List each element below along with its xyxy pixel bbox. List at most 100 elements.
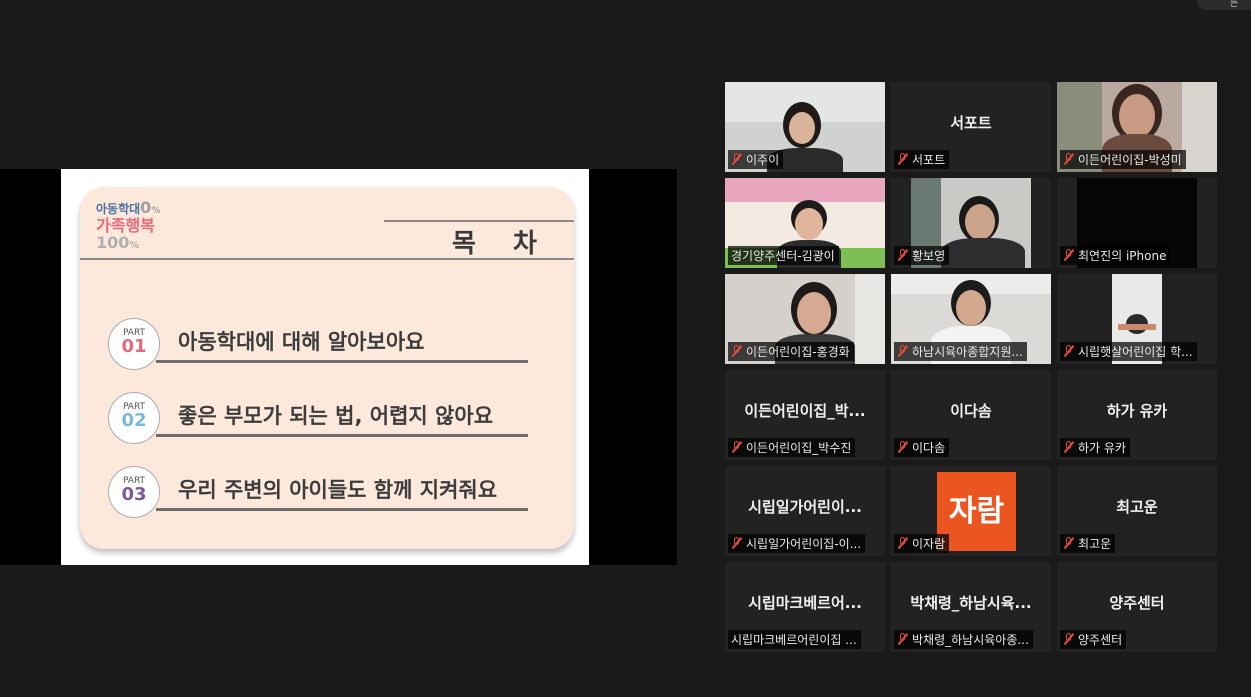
part-underline (156, 508, 528, 511)
participant-tile-active-speaker[interactable]: 경기양주센터-김광이 (725, 178, 885, 268)
participant-name: 하남시육아종합지원... (912, 345, 1023, 359)
participant-display-name: 박채령_하남시육... (910, 594, 1032, 612)
mic-muted-icon (897, 249, 908, 261)
participant-name: 시립마크베르어린이집 ... (731, 633, 857, 647)
mic-muted-icon (1063, 249, 1074, 261)
part-badge: PART 02 (108, 392, 160, 444)
participant-tile[interactable]: 양주센터 양주센터 (1057, 562, 1217, 652)
mic-muted-icon (731, 153, 742, 165)
part-02: PART 02 좋은 부모가 되는 법, 어렵지 않아요 (108, 392, 528, 446)
participant-tile[interactable]: 하가 유카 하가 유카 (1057, 370, 1217, 460)
participant-tile[interactable]: 이주이 (725, 82, 885, 172)
participant-tile[interactable]: 시립햇살어린이집 학... (1057, 274, 1217, 364)
logo-line1: 아동학대 (96, 202, 141, 216)
participant-name-tag: 이주이 (728, 150, 784, 169)
participant-display-name: 이든어린이집_박... (744, 402, 866, 420)
participant-name-tag: 이든어린이집_박수진 (728, 438, 856, 457)
part-number: 03 (121, 484, 147, 505)
participant-name-tag: 양주센터 (1060, 630, 1127, 649)
participant-name: 박채령_하남시육아종... (912, 633, 1029, 647)
participant-name: 하가 유카 (1078, 441, 1126, 455)
part-badge: PART 03 (108, 466, 160, 518)
part-number: 01 (121, 336, 147, 357)
participant-name: 이든어린이집_박수진 (746, 441, 852, 455)
participant-name-tag: 시립마크베르어린이집 ... (728, 630, 861, 649)
participant-tile[interactable]: 이다솜 이다솜 (891, 370, 1051, 460)
logo-line3-unit: % (129, 240, 140, 252)
participant-name-tag: 이다솜 (894, 438, 950, 457)
participant-tile[interactable]: 이든어린이집_박... 이든어린이집_박수진 (725, 370, 885, 460)
participant-display-name: 이다솜 (950, 402, 992, 420)
slide-title: 목 차 (452, 229, 551, 259)
participant-tile[interactable]: 서포트 서포트 (891, 82, 1051, 172)
mic-muted-icon (897, 537, 908, 549)
mic-muted-icon (897, 345, 908, 357)
mic-muted-icon (1063, 153, 1074, 165)
participant-name: 최연진의 iPhone (1078, 249, 1167, 263)
participant-tile[interactable]: 최연진의 iPhone (1057, 178, 1217, 268)
participant-name: 이든어린이집-박성미 (1078, 153, 1182, 167)
participant-tile[interactable]: 박채령_하남시육... 박채령_하남시육아종... (891, 562, 1051, 652)
participant-display-name: 하가 유카 (1106, 402, 1168, 420)
mic-muted-icon (1063, 441, 1074, 453)
participant-tile[interactable]: 자람 이자람 (891, 466, 1051, 556)
participant-name-tag: 박채령_하남시육아종... (894, 630, 1033, 649)
participant-name: 이자람 (912, 537, 946, 551)
participant-tile[interactable]: 황보영 (891, 178, 1051, 268)
mic-muted-icon (731, 345, 742, 357)
logo-line2: 가족행복 (96, 215, 155, 235)
part-title: 좋은 부모가 되는 법, 어렵지 않아요 (178, 404, 494, 428)
participant-tile[interactable]: 이든어린이집-박성미 (1057, 82, 1217, 172)
presentation-slide: 아동학대0% 가족행복 100% 목 차 PART 01 아동학대에 대해 알아… (61, 169, 589, 565)
participant-display-name: 서포트 (950, 114, 992, 132)
shared-screen: 아동학대0% 가족행복 100% 목 차 PART 01 아동학대에 대해 알아… (0, 169, 677, 565)
participant-name: 서포트 (912, 153, 946, 167)
campaign-logo: 아동학대0% 가족행복 100% (96, 199, 160, 252)
participant-name-tag: 하가 유카 (1060, 438, 1130, 457)
participant-name-tag: 최고운 (1060, 534, 1116, 553)
part-01: PART 01 아동학대에 대해 알아보아요 (108, 318, 528, 372)
participant-name: 시립일가어린이집-이... (746, 537, 862, 551)
participant-name-tag: 최연진의 iPhone (1060, 246, 1171, 265)
participant-tile[interactable]: 하남시육아종합지원... (891, 274, 1051, 364)
mic-muted-icon (1063, 633, 1074, 645)
participant-name: 시립햇살어린이집 학... (1078, 345, 1193, 359)
participant-tile[interactable]: 시립마크베르어... 시립마크베르어린이집 ... (725, 562, 885, 652)
logo-line1-unit: % (151, 206, 161, 216)
participant-name-tag: 시립햇살어린이집 학... (1060, 342, 1197, 361)
part-number: 02 (121, 410, 147, 431)
participant-tile[interactable]: 시립일가어린이... 시립일가어린이집-이... (725, 466, 885, 556)
participant-name: 경기양주센터-김광이 (731, 249, 835, 263)
part-underline (156, 360, 528, 363)
participant-name-tag: 경기양주센터-김광이 (728, 246, 839, 265)
participant-name-tag: 이자람 (894, 534, 950, 553)
logo-line1-num: 0 (140, 198, 152, 217)
title-divider-top (384, 220, 574, 222)
part-title: 우리 주변의 아이들도 함께 지켜줘요 (178, 478, 498, 502)
part-badge: PART 01 (108, 318, 160, 370)
slide-card: 아동학대0% 가족행복 100% 목 차 PART 01 아동학대에 대해 알아… (80, 187, 574, 549)
logo-line3: 100 (96, 233, 130, 253)
participant-name-tag: 이든어린이집-박성미 (1060, 150, 1186, 169)
participant-name: 황보영 (912, 249, 946, 263)
participant-tile[interactable]: 최고운 최고운 (1057, 466, 1217, 556)
mic-muted-icon (731, 441, 742, 453)
part-underline (156, 434, 528, 437)
mic-muted-icon (1063, 537, 1074, 549)
mic-muted-icon (897, 153, 908, 165)
participant-name-tag: 하남시육아종합지원... (894, 342, 1027, 361)
title-divider-bottom (80, 258, 574, 260)
top-pill-label: 는 (1230, 0, 1239, 9)
participant-display-name: 시립일가어린이... (748, 498, 862, 516)
top-menu-pill[interactable]: 는 (1197, 0, 1251, 10)
participant-name: 양주센터 (1078, 633, 1123, 647)
part-03: PART 03 우리 주변의 아이들도 함께 지켜줘요 (108, 466, 528, 520)
participant-name-tag: 서포트 (894, 150, 950, 169)
participant-tile[interactable]: 이든어린이집-홍경화 (725, 274, 885, 364)
mic-muted-icon (897, 633, 908, 645)
mic-muted-icon (897, 441, 908, 453)
participant-name-tag: 황보영 (894, 246, 950, 265)
participant-name: 이주이 (746, 153, 780, 167)
mic-muted-icon (731, 537, 742, 549)
participant-name-tag: 이든어린이집-홍경화 (728, 342, 854, 361)
